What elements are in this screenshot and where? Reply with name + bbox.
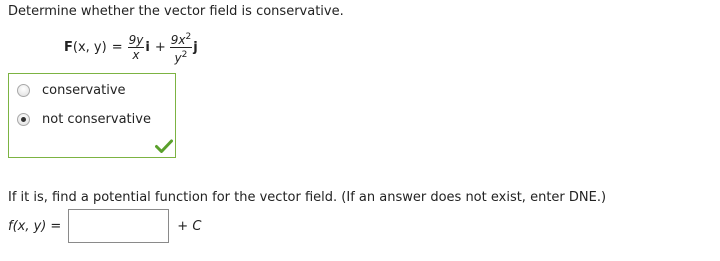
constant-suffix: + C (177, 219, 201, 234)
potential-function-name: f(x, y) (8, 218, 47, 234)
unit-vector-j: j (193, 39, 198, 55)
potential-function-row: f(x, y) = + C (8, 209, 201, 243)
formula-plus: + (154, 39, 166, 55)
option-conservative[interactable]: conservative (17, 83, 126, 98)
correct-check-icon (155, 139, 173, 153)
question-text: Determine whether the vector field is co… (8, 4, 344, 19)
term2-fraction: 9x2 y2 (169, 30, 193, 65)
potential-function-label: f(x, y) = (8, 219, 61, 234)
term2-denominator: y2 (175, 48, 188, 65)
formula-equals: = (111, 39, 123, 55)
term1-denominator: x (132, 47, 140, 62)
option-not-conservative[interactable]: not conservative (17, 112, 151, 127)
term1-fraction: 9y x (127, 32, 145, 62)
answer-options-box: conservative not conservative (8, 73, 176, 158)
constant-plus: + (177, 218, 189, 234)
unit-vector-i: i (145, 39, 150, 55)
option-conservative-label: conservative (42, 83, 126, 98)
term1-numerator: 9y (127, 32, 145, 48)
vector-field-formula: F(x, y) = 9y x i + 9x2 y2 j (64, 24, 201, 70)
radio-not-conservative[interactable] (17, 113, 30, 126)
constant-c: C (192, 218, 202, 234)
radio-conservative[interactable] (17, 84, 30, 97)
potential-function-input[interactable] (68, 209, 170, 243)
potential-function-equals: = (50, 218, 62, 234)
term2-denominator-exp: 2 (181, 49, 188, 60)
term2-numerator: 9x2 (169, 30, 193, 48)
term2-numerator-exp: 2 (185, 31, 192, 42)
term2-numerator-base: 9x (170, 32, 186, 47)
term2-denominator-base: y (174, 50, 182, 65)
formula-lhs-bold: F (64, 39, 73, 55)
formula-lhs-args: (x, y) (72, 39, 107, 55)
option-not-conservative-label: not conservative (42, 112, 151, 127)
formula-lhs: F(x, y) (64, 40, 107, 55)
followup-text: If it is, find a potential function for … (8, 190, 607, 205)
